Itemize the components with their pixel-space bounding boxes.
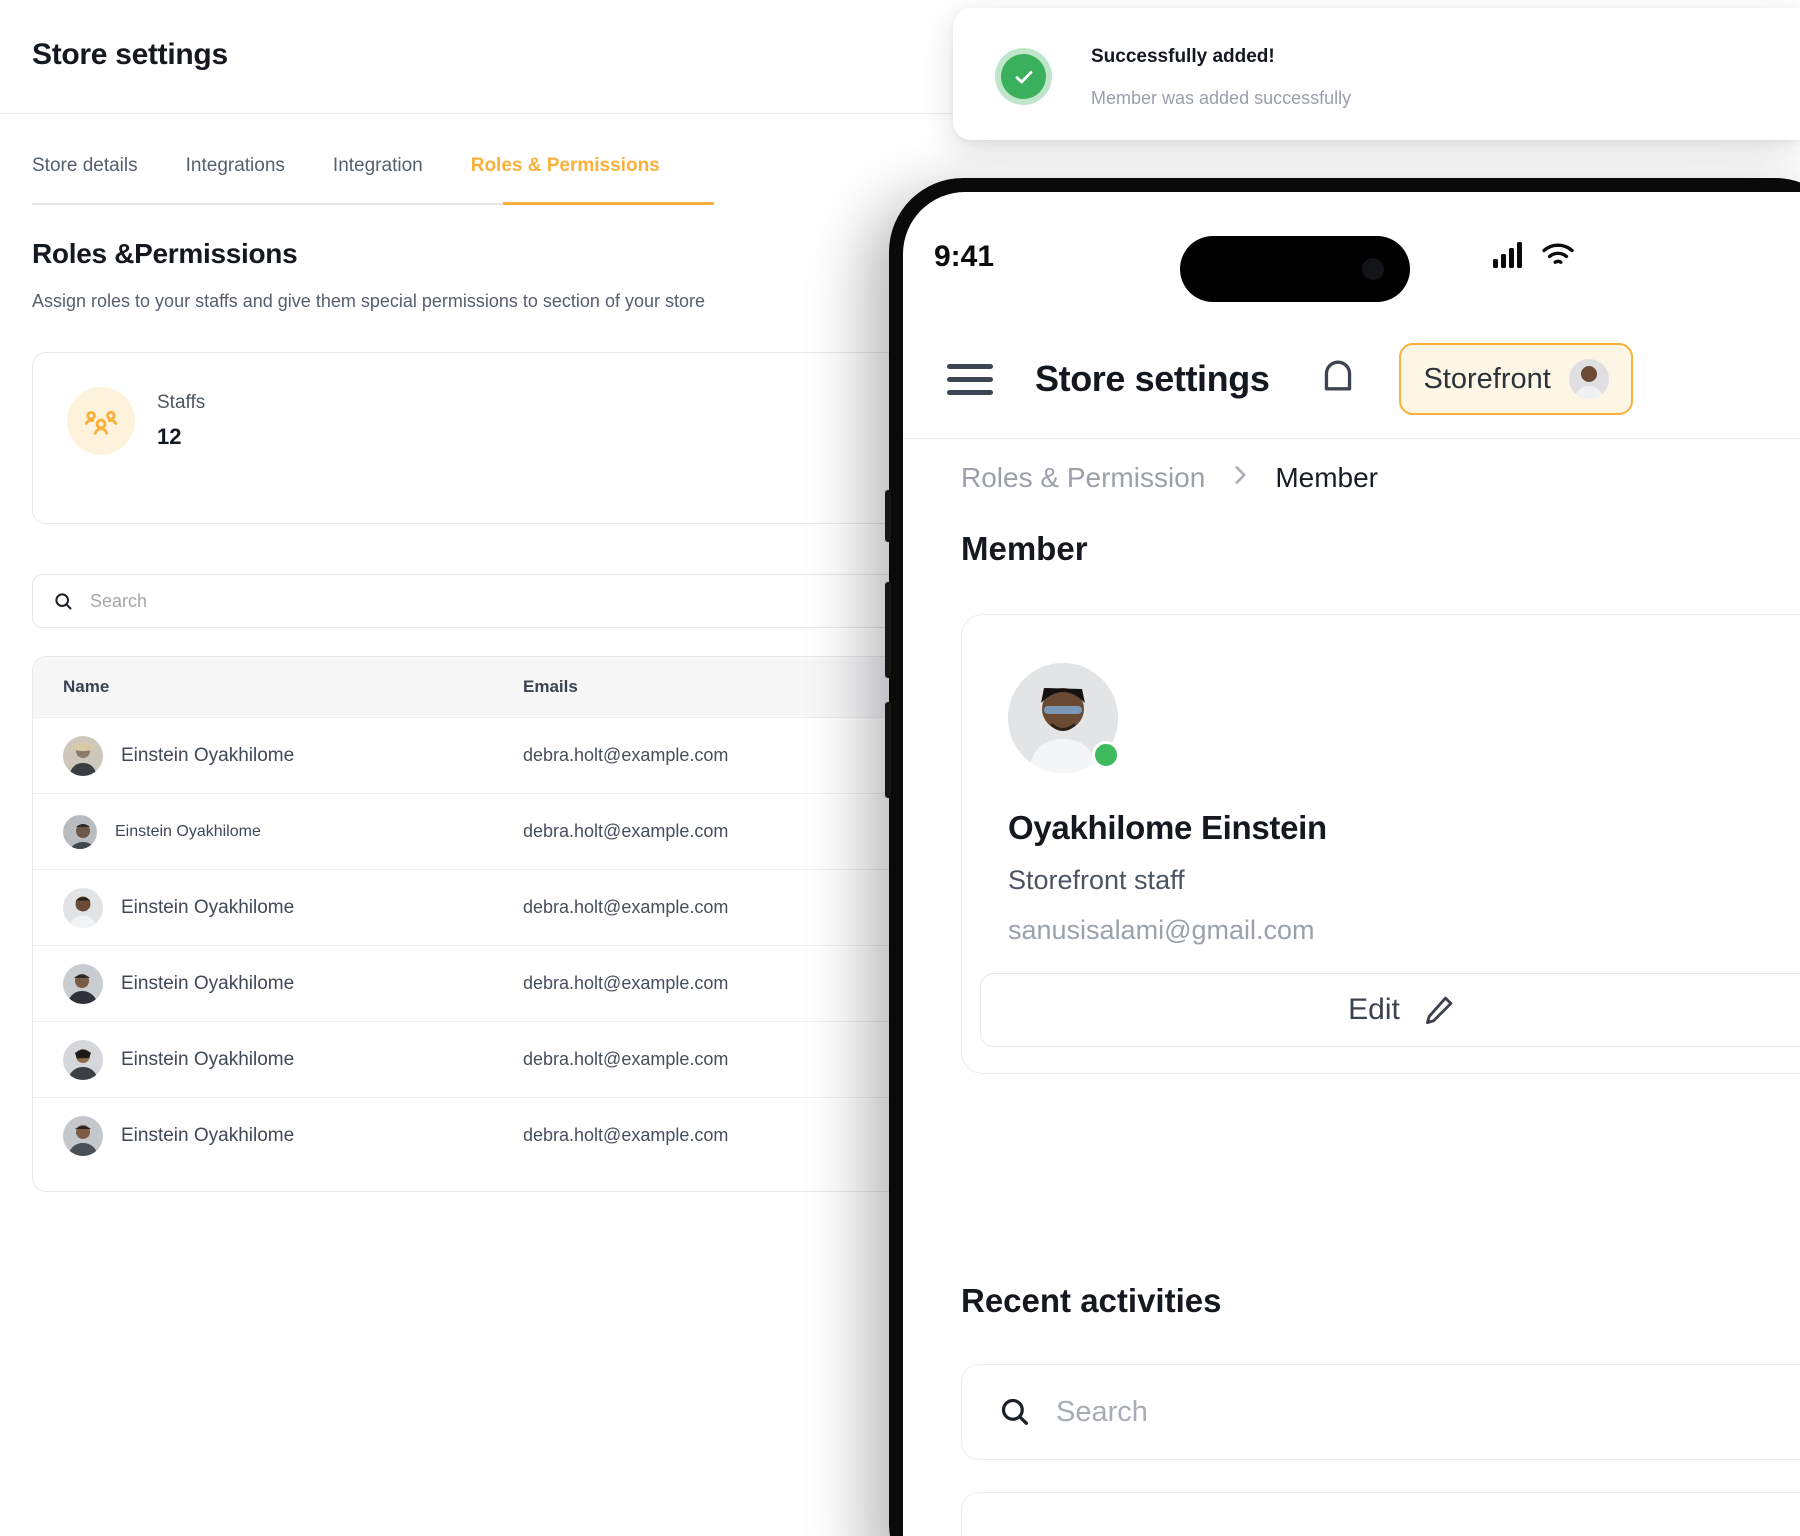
hamburger-menu-icon[interactable]	[947, 356, 993, 403]
status-bar-indicators	[1493, 242, 1575, 268]
status-badge-online	[1092, 741, 1120, 769]
header-divider	[903, 438, 1800, 439]
breadcrumb-parent[interactable]: Roles & Permission	[961, 462, 1205, 494]
breadcrumb: Roles & Permission Member	[961, 460, 1378, 495]
cell-name: Einstein Oyakhilome	[33, 963, 523, 1004]
store-selector-label: Storefront	[1423, 362, 1551, 395]
chevron-right-icon	[1227, 460, 1253, 495]
bell-icon[interactable]	[1317, 356, 1359, 402]
phone-volume-up-button[interactable]	[885, 582, 891, 678]
check-circle-inner	[1001, 54, 1046, 99]
avatar	[63, 887, 103, 928]
row-name-text: Einstein Oyakhilome	[115, 822, 261, 840]
page-title: Store settings	[32, 38, 228, 71]
section-title: Roles &Permissions	[32, 238, 298, 269]
row-name-text: Einstein Oyakhilome	[121, 1124, 295, 1146]
pencil-icon	[1425, 996, 1453, 1025]
search-icon	[55, 592, 72, 610]
cell-name: Einstein Oyakhilome	[33, 1039, 523, 1080]
front-camera-icon	[1362, 258, 1384, 280]
row-name-text: Einstein Oyakhilome	[121, 1048, 295, 1070]
toast-message: Member was added successfully	[1091, 88, 1352, 108]
avatar	[63, 814, 97, 849]
member-name: Oyakhilome Einstein	[1008, 809, 1327, 846]
activities-search-input[interactable]: Search	[961, 1364, 1800, 1460]
check-circle-icon	[995, 48, 1052, 105]
cell-name: Einstein Oyakhilome	[33, 814, 523, 849]
avatar	[63, 1115, 103, 1156]
toast-title: Successfully added!	[1091, 46, 1275, 67]
staffs-summary-inner: Staffs 12	[67, 387, 205, 455]
search-icon	[1001, 1398, 1028, 1425]
row-name-text: Einstein Oyakhilome	[121, 896, 295, 918]
wifi-icon	[1542, 243, 1574, 264]
avatar	[63, 963, 103, 1004]
store-selector-button[interactable]: Storefront	[1399, 343, 1633, 415]
cell-name: Einstein Oyakhilome	[33, 735, 523, 776]
dynamic-island	[1180, 236, 1410, 302]
phone-volume-down-button[interactable]	[885, 702, 891, 798]
status-bar-time: 9:41	[934, 240, 995, 273]
member-email: sanusisalami@gmail.com	[1008, 915, 1315, 945]
phone-mockup: 9:41 Store settings Storefront Roles & P…	[885, 178, 1800, 1536]
phone-screen: 9:41 Store settings Storefront Roles & P…	[903, 192, 1800, 1536]
mobile-section-title: Member	[961, 530, 1088, 567]
cellular-signal-icon	[1493, 242, 1522, 268]
staffs-label: Staffs	[157, 392, 206, 413]
tab-bar: Store details Integrations Integration R…	[32, 155, 660, 197]
member-role: Storefront staff	[1008, 865, 1185, 895]
success-toast: Successfully added! Member was added suc…	[953, 8, 1800, 140]
avatar	[63, 1039, 103, 1080]
cell-name: Einstein Oyakhilome	[33, 887, 523, 928]
tab-active-underline	[503, 202, 714, 205]
tab-integrations[interactable]: Integrations	[186, 155, 285, 197]
edit-button-label: Edit	[1348, 993, 1400, 1026]
column-header-name: Name	[63, 677, 110, 696]
mobile-page-title: Store settings	[1035, 358, 1270, 399]
row-name-text: Einstein Oyakhilome	[121, 972, 295, 994]
cell-name: Einstein Oyakhilome	[33, 1115, 523, 1156]
staffs-count: 12	[157, 424, 182, 449]
recent-activities-title: Recent activities	[961, 1282, 1222, 1319]
profile-avatar-wrap	[1008, 663, 1120, 773]
edit-member-button[interactable]: Edit	[980, 973, 1800, 1047]
avatar	[63, 735, 103, 776]
activities-search-placeholder: Search	[1056, 1395, 1148, 1428]
row-name-text: Einstein Oyakhilome	[121, 744, 295, 766]
section-subtitle: Assign roles to your staffs and give the…	[32, 291, 705, 311]
phone-mute-switch[interactable]	[885, 490, 891, 542]
mobile-app-header: Store settings Storefront	[903, 320, 1800, 438]
tab-integration[interactable]: Integration	[333, 155, 423, 197]
activities-table-header: Activiti Created	[961, 1492, 1800, 1536]
users-group-icon	[67, 387, 135, 455]
tab-store-details[interactable]: Store details	[32, 155, 138, 197]
store-avatar	[1568, 359, 1609, 399]
tab-roles-permissions[interactable]: Roles & Permissions	[471, 155, 660, 197]
screenshot-root: Store settings Store details Integration…	[0, 0, 1800, 1536]
member-profile-card: Oyakhilome Einstein Storefront staff san…	[961, 614, 1800, 1074]
breadcrumb-current: Member	[1275, 461, 1379, 493]
staff-search-placeholder: Search	[90, 590, 148, 611]
staffs-meta: Staffs 12	[157, 392, 205, 450]
